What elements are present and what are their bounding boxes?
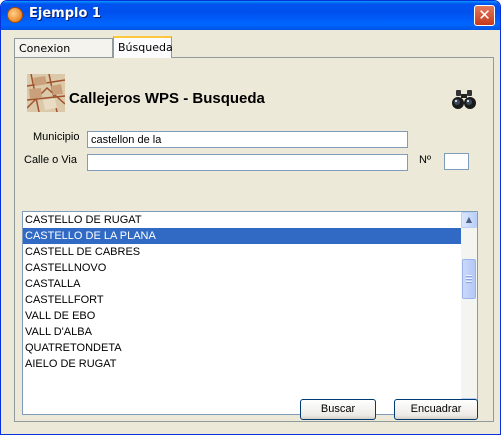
app-window: Ejemplo 1 ✕ Conexion Servidor Búsqueda C…: [0, 0, 501, 435]
scroll-up-button[interactable]: ▲: [461, 212, 477, 228]
search-panel: Callejeros WPS - Busqueda Municipio cast…: [14, 57, 494, 422]
window-body: Conexion Servidor Búsqueda Callejeros WP…: [5, 30, 496, 430]
close-icon: ✕: [478, 6, 491, 24]
binoculars-icon: [451, 88, 477, 110]
calle-label: Calle o Via: [24, 154, 77, 166]
grip-line: [466, 278, 472, 280]
municipio-input[interactable]: castellon de la: [87, 131, 408, 148]
frame-button[interactable]: Encuadrar: [394, 399, 478, 420]
list-item[interactable]: CASTELLFORT: [23, 292, 461, 308]
map-thumbnail-icon: [27, 74, 65, 112]
list-item[interactable]: VALL DE EBO: [23, 308, 461, 324]
list-item[interactable]: CASTELLO DE LA PLANA: [23, 228, 461, 244]
list-item[interactable]: CASTALLA: [23, 276, 461, 292]
close-button[interactable]: ✕: [474, 5, 495, 26]
list-item[interactable]: VALL D'ALBA: [23, 324, 461, 340]
search-button[interactable]: Buscar: [300, 399, 376, 420]
tab-label: Búsqueda: [118, 41, 173, 54]
title-bar[interactable]: Ejemplo 1 ✕: [1, 1, 500, 30]
app-icon: [7, 7, 23, 23]
list-item[interactable]: CASTELLO DE RUGAT: [23, 212, 461, 228]
numero-label: Nº: [419, 154, 431, 166]
chevron-up-icon: ▲: [465, 215, 473, 224]
page-title: Callejeros WPS - Busqueda: [69, 90, 265, 107]
grip-line: [466, 281, 472, 283]
window-title: Ejemplo 1: [29, 6, 101, 21]
tab-busqueda[interactable]: Búsqueda: [113, 36, 173, 58]
list-item[interactable]: CASTELL DE CABRES: [23, 244, 461, 260]
results-list[interactable]: CASTELLO DE RUGAT CASTELLO DE LA PLANA CAS…: [22, 211, 478, 415]
tab-conexion-servidor[interactable]: Conexion Servidor: [14, 38, 113, 68]
list-item[interactable]: AIELO DE RUGAT: [23, 356, 461, 372]
list-item[interactable]: CASTELLNOVO: [23, 260, 461, 276]
calle-input[interactable]: [87, 154, 408, 171]
results-items: CASTELLO DE RUGAT CASTELLO DE LA PLANA CAS…: [23, 212, 461, 372]
municipio-label: Municipio: [33, 131, 80, 143]
grip-line: [466, 275, 472, 277]
numero-input[interactable]: [444, 153, 469, 170]
list-item[interactable]: QUATRETONDETA: [23, 340, 461, 356]
scroll-thumb[interactable]: [462, 259, 476, 299]
vertical-scrollbar[interactable]: ▲ ▼: [461, 212, 477, 414]
